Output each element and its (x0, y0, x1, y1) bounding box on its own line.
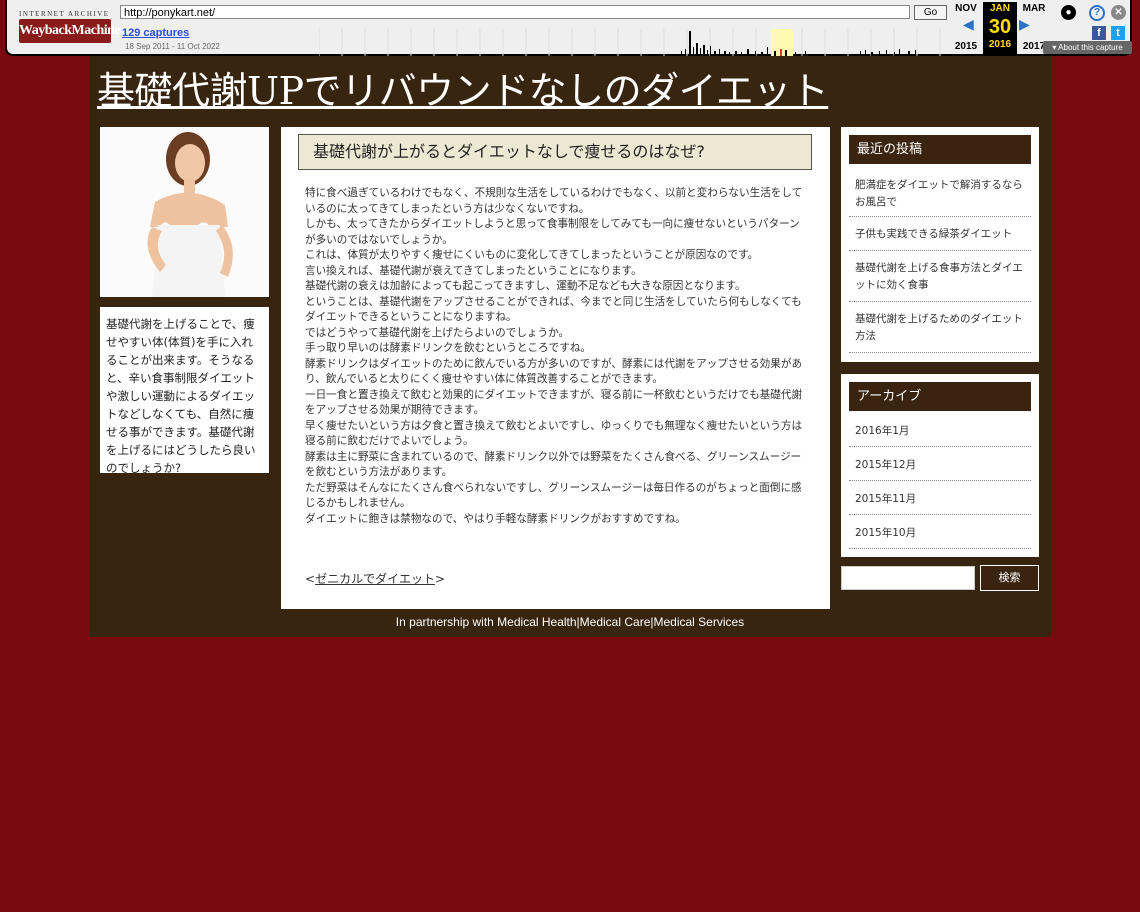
capture-date-range: 18 Sep 2011 - 11 Oct 2022 (125, 42, 220, 51)
recent-post-item[interactable]: 肥満症をダイエットで解消するならお風呂で (849, 173, 1031, 217)
cur-month-label: JAN (989, 3, 1010, 14)
link-bracket-open: < (305, 572, 316, 586)
toolbar-icons: ● ? ✕ f t (1059, 5, 1129, 45)
prev-year[interactable]: 2015 (949, 40, 983, 54)
prev-month[interactable]: NOV (949, 2, 983, 16)
cur-year-label: 2016 (988, 39, 1012, 50)
page-container: 基礎代謝UPでリバウンドなしのダイエット 基礎代謝を上げることで、痩せやすい体(… (89, 56, 1051, 637)
close-icon[interactable]: ✕ (1111, 5, 1126, 20)
archive-heading: アーカイブ (849, 382, 1031, 411)
recent-posts-heading: 最近の投稿 (849, 135, 1031, 164)
recent-post-item[interactable]: 基礎代謝を上げる食事方法とダイエットに効く食事 (849, 256, 1031, 302)
prev-month-label: NOV (955, 3, 977, 14)
article-heading: 基礎代謝が上がるとダイエットなしで痩せるのはなぜ? (298, 134, 812, 170)
recent-post-item[interactable]: 基礎代謝を上げるためのダイエット方法 (849, 307, 1031, 353)
archive-item[interactable]: 2015年11月 (849, 486, 1031, 515)
facebook-icon[interactable]: f (1092, 26, 1106, 40)
article-body: 特に食べ過ぎているわけでもなく、不規則な生活をしているわけでもなく、以前と変わら… (305, 186, 809, 527)
ia-label: INTERNET ARCHIVE (19, 10, 110, 18)
search-button[interactable]: 検索 (980, 565, 1039, 591)
article-paragraph: 早く痩せたいという方は夕食と置き換えて飲むとよいですし、ゆっくりでも無理なく痩せ… (305, 419, 803, 448)
archive-item[interactable]: 2016年1月 (849, 418, 1031, 447)
prev-arrow-icon[interactable]: ◀ (963, 16, 974, 33)
footer-partnership: In partnership with Medical Health|Medic… (395, 615, 745, 629)
capture-sparkline[interactable] (319, 29, 941, 56)
about-label: About this capture (1058, 43, 1123, 52)
article-paragraph: ただ野菜はそんなにたくさん食べられないですし、グリーンスムージーは毎日作るのがち… (305, 481, 802, 510)
wayback-logo[interactable]: WaybackMachine (19, 19, 121, 43)
article-paragraph: 基礎代謝の衰えは加齢によっても起こってきますし、運動不足なども大きな原因となりま… (305, 280, 746, 292)
article-paragraph: これは、体質が太りやすく痩せにくいものに変化してきてしまったということが原因なの… (305, 249, 759, 261)
archive-widget: アーカイブ 2016年1月 2015年12月 2015年11月 2015年10月 (841, 374, 1039, 557)
next-month[interactable]: MAR (1017, 2, 1051, 16)
next-arrow-icon[interactable]: ▶ (1019, 16, 1030, 33)
article-paragraph: ということは、基礎代謝をアップさせることができれば、今までと同じ生活をしていたら… (305, 295, 802, 324)
next-month-label: MAR (1022, 3, 1046, 14)
current-month: JAN 30 2016 (983, 2, 1017, 54)
go-button[interactable]: Go (914, 5, 947, 20)
link-bracket-close: > (434, 572, 446, 586)
month-navigator: NOV ◀ JAN 30 2016 ▶ MAR 2015 2017 (945, 0, 1057, 56)
woman-photo (100, 127, 269, 297)
article-paragraph: しかも、太ってきたからダイエットしようと思って食事制限をしてみても一向に痩せない… (305, 218, 800, 246)
archive-item[interactable]: 2015年12月 (849, 452, 1031, 481)
captures-link[interactable]: 129 captures (122, 27, 189, 39)
intro-text: 基礎代謝を上げることで、痩せやすい体(体質)を手に入れることが出来ます。そうなる… (100, 307, 269, 475)
archive-item[interactable]: 2015年10月 (849, 520, 1031, 549)
about-capture-button[interactable]: ▾ About this capture (1043, 41, 1132, 54)
recent-post-item[interactable]: 子供も実践できる緑茶ダイエット (849, 222, 1031, 251)
article-paragraph: ではどうやって基礎代謝を上げたらよいのでしょうか。 (305, 326, 570, 339)
related-article-link[interactable]: <ゼニカルでダイエット> (305, 570, 445, 587)
related-link-text[interactable]: ゼニカルでダイエット (315, 572, 435, 586)
article-paragraph: 一日一食と置き換えて飲むと効果的にダイエットできますが、寝る前に一杯飲むというだ… (305, 388, 803, 417)
article-paragraph: 手っ取り早いのは酵素ドリンクを飲むというところですね。 (305, 342, 592, 354)
article-paragraph: 酵素ドリンクはダイエットのために飲んでいる方が多いのですが、酵素には代謝をアップ… (305, 357, 803, 386)
article-paragraph: 特に食べ過ぎているわけでもなく、不規則な生活をしているわけでもなく、以前と変わら… (305, 187, 803, 215)
twitter-icon[interactable]: t (1111, 26, 1125, 40)
cur-day-label: 30 (988, 16, 1012, 38)
recent-posts-widget: 最近の投稿 肥満症をダイエットで解消するならお風呂で 子供も実践できる緑茶ダイエ… (841, 127, 1039, 362)
article-paragraph: 酵素は主に野菜に含まれているので、酵素ドリンク以外では野菜をたくさん食べる、グリ… (305, 450, 802, 479)
url-input[interactable]: http://ponykart.net/ (120, 5, 910, 19)
article: 基礎代謝が上がるとダイエットなしで痩せるのはなぜ? 特に食べ過ぎているわけでもな… (281, 127, 830, 609)
help-icon[interactable]: ? (1089, 5, 1105, 21)
user-icon[interactable]: ● (1061, 5, 1076, 20)
wayback-toolbar: INTERNET ARCHIVE WaybackMachine http://p… (5, 0, 1132, 56)
article-paragraph: 言い換えれば、基礎代謝が衰えてきてしまったということになります。 (305, 264, 642, 277)
prev-year-label: 2015 (954, 41, 978, 52)
search-input[interactable] (841, 566, 975, 590)
article-paragraph: ダイエットに飽きは禁物なので、やはり手軽な酵素ドリンクがおすすめですね。 (305, 512, 686, 525)
site-title[interactable]: 基礎代謝UPでリバウンドなしのダイエット (97, 60, 829, 115)
